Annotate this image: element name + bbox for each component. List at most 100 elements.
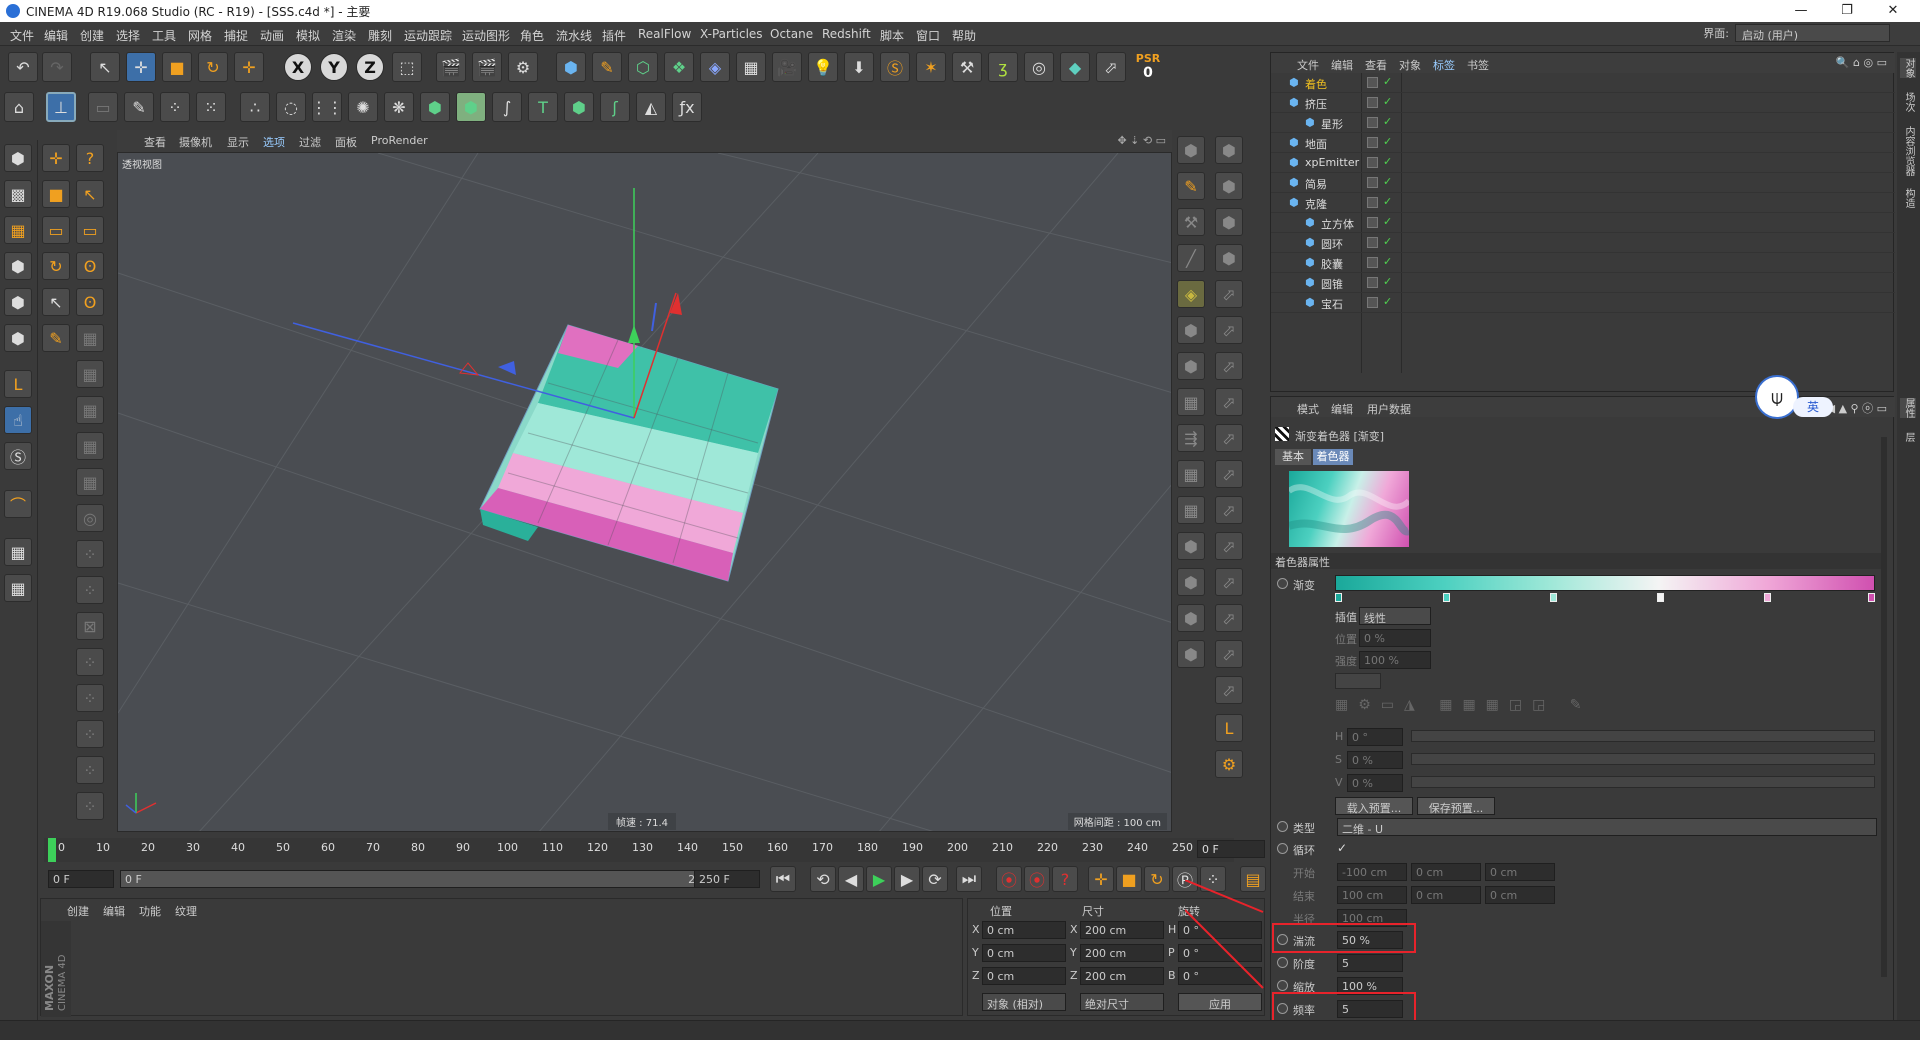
menu-script[interactable]: 脚本: [880, 27, 904, 44]
object-name[interactable]: xpEmitter: [1305, 156, 1359, 169]
editor-visibility-toggle[interactable]: [1367, 77, 1378, 88]
editor-visibility-toggle[interactable]: [1367, 297, 1378, 308]
disabled-tool-icon-7[interactable]: ⁘: [76, 540, 104, 568]
point-icon[interactable]: ⬢: [4, 252, 32, 280]
object-name[interactable]: 圆锥: [1321, 276, 1343, 292]
obj-menu-objects[interactable]: 对象: [1399, 57, 1421, 73]
menu-character[interactable]: 角色: [520, 27, 544, 44]
gradient-knots[interactable]: [1335, 593, 1875, 603]
menu-render[interactable]: 渲染: [332, 27, 356, 44]
end-x-field[interactable]: 100 cm: [1337, 886, 1407, 904]
strip-icon-11[interactable]: ⬢: [1177, 352, 1205, 380]
gradient-knot[interactable]: [1868, 593, 1875, 602]
gradient-bar[interactable]: [1335, 575, 1875, 591]
editor-visibility-toggle[interactable]: [1367, 157, 1378, 168]
disabled-tool-icon-10[interactable]: ⁘: [76, 648, 104, 676]
object-name[interactable]: 星形: [1321, 116, 1343, 132]
ime-indicator[interactable]: 英: [1793, 397, 1833, 417]
perspective-viewport[interactable]: 透视视图 帧速 : 71.4 网格间距 : 100 cm: [117, 152, 1172, 832]
strip-axis-icon[interactable]: L: [1215, 714, 1243, 742]
move-icon[interactable]: ✛: [42, 144, 70, 172]
disabled-tool-icon-14[interactable]: ⁘: [76, 792, 104, 820]
disabled-tool-icon-1[interactable]: ▦: [76, 324, 104, 352]
menu-file[interactable]: 文件: [10, 27, 34, 44]
object-name[interactable]: 着色: [1305, 76, 1327, 92]
graph-icon[interactable]: ⬀: [1096, 52, 1126, 82]
rotate-icon[interactable]: ↻: [42, 252, 70, 280]
start-frame-field[interactable]: 0 F: [48, 870, 114, 888]
poly-lasso-icon[interactable]: ʘ: [76, 288, 104, 316]
sphere-grid-icon[interactable]: ◎: [1024, 52, 1054, 82]
strip-icon-12[interactable]: ⬀: [1215, 352, 1243, 380]
side-tab-attributes[interactable]: 属性: [1900, 398, 1916, 418]
spline-icon[interactable]: ∫: [492, 92, 522, 122]
xp-active-icon[interactable]: ⬢: [456, 92, 486, 122]
gradient-knot[interactable]: [1764, 593, 1771, 602]
v-slider[interactable]: [1411, 776, 1875, 788]
scale-radio[interactable]: [1277, 980, 1288, 991]
strip-icon-3[interactable]: ⬢: [1215, 172, 1243, 200]
polygon-icon[interactable]: ⬢: [4, 324, 32, 352]
cube-icon[interactable]: ⬢: [556, 52, 586, 82]
live-select-icon[interactable]: ↖: [76, 180, 104, 208]
end-y-field[interactable]: 0 cm: [1411, 886, 1481, 904]
key-position-icon[interactable]: ✛: [1088, 866, 1114, 892]
size-x-field[interactable]: 200 cm: [1080, 921, 1164, 939]
strip-icon-17[interactable]: ▦: [1177, 460, 1205, 488]
object-name[interactable]: 简易: [1305, 176, 1327, 192]
side-tab-structure[interactable]: 构造: [1900, 188, 1916, 208]
enabled-check-icon[interactable]: ✓: [1383, 235, 1392, 248]
knot-color-swatch[interactable]: [1335, 673, 1381, 689]
gradient-knot[interactable]: [1657, 593, 1664, 602]
viewport-menu-camera[interactable]: 摄像机: [179, 134, 212, 150]
texture-mode-icon[interactable]: ⋮⋮: [311, 92, 343, 122]
model-mode-icon[interactable]: ⌂: [4, 92, 34, 122]
menu-xparticles[interactable]: X-Particles: [700, 27, 763, 41]
paint-icon[interactable]: ✎: [124, 92, 154, 122]
color-picker-icons[interactable]: ▦⚙▭◮ ▦▦▦◲◲ ✎: [1335, 697, 1592, 713]
menu-realflow[interactable]: RealFlow: [638, 27, 691, 41]
mograph-spline-icon[interactable]: ʃ: [600, 92, 630, 122]
planar-icon[interactable]: ▦: [4, 574, 32, 602]
end-z-field[interactable]: 0 cm: [1485, 886, 1555, 904]
uv-mode-icon[interactable]: ◌: [276, 92, 306, 122]
object-name[interactable]: 圆环: [1321, 236, 1343, 252]
enabled-check-icon[interactable]: ✓: [1383, 195, 1392, 208]
size-mode-dropdown[interactable]: 绝对尺寸: [1080, 993, 1164, 1011]
brush-icon[interactable]: ✎: [42, 324, 70, 352]
edge-icon[interactable]: ⬢: [4, 288, 32, 316]
strip-icon-14[interactable]: ⬀: [1215, 388, 1243, 416]
strip-icon-16[interactable]: ⬀: [1215, 424, 1243, 452]
rect-select-icon[interactable]: ▭: [42, 216, 70, 244]
object-row[interactable]: ⬢ 圆锥 ✓: [1271, 273, 1895, 293]
close-button[interactable]: ✕: [1870, 0, 1916, 22]
strip-icon-4[interactable]: ⚒: [1177, 208, 1205, 236]
keyframe-selection-icon[interactable]: ?: [1052, 866, 1078, 892]
enabled-check-icon[interactable]: ✓: [1383, 215, 1392, 228]
lock-workplane-icon[interactable]: ▦: [4, 538, 32, 566]
disabled-tool-icon-9[interactable]: ⊠: [76, 612, 104, 640]
menu-plugins[interactable]: 插件: [602, 27, 626, 44]
menu-mesh[interactable]: 网格: [188, 27, 212, 44]
object-axis-icon[interactable]: ✺: [348, 92, 378, 122]
viewport-menu-view[interactable]: 查看: [144, 134, 166, 150]
workplane-icon[interactable]: ⊥: [46, 92, 76, 122]
select-icon[interactable]: ↖: [42, 288, 70, 316]
menu-animate[interactable]: 动画: [260, 27, 284, 44]
axis-icon[interactable]: L: [4, 370, 32, 398]
help-icon[interactable]: ?: [76, 144, 104, 172]
disabled-tool-icon-2[interactable]: ▦: [76, 360, 104, 388]
menu-mograph[interactable]: 运动图形: [462, 27, 510, 44]
strip-icon-8[interactable]: ⬀: [1215, 280, 1243, 308]
box-select-icon[interactable]: ▭: [76, 216, 104, 244]
strip-icon-29[interactable]: ⬀: [1215, 676, 1243, 704]
load-preset-button[interactable]: 载入预置...: [1335, 797, 1413, 815]
attr-nav-icons[interactable]: ◀ ▲ ⚲ ⓞ ▭: [1827, 400, 1887, 416]
enabled-check-icon[interactable]: ✓: [1383, 255, 1392, 268]
strip-icon-6[interactable]: ╱: [1177, 244, 1205, 272]
points-mode-icon[interactable]: ⁘: [160, 92, 190, 122]
object-name[interactable]: 挤压: [1305, 96, 1327, 112]
model-icon[interactable]: ⬢: [4, 144, 32, 172]
cycle-radio[interactable]: [1277, 843, 1288, 854]
type-radio[interactable]: [1277, 821, 1288, 832]
